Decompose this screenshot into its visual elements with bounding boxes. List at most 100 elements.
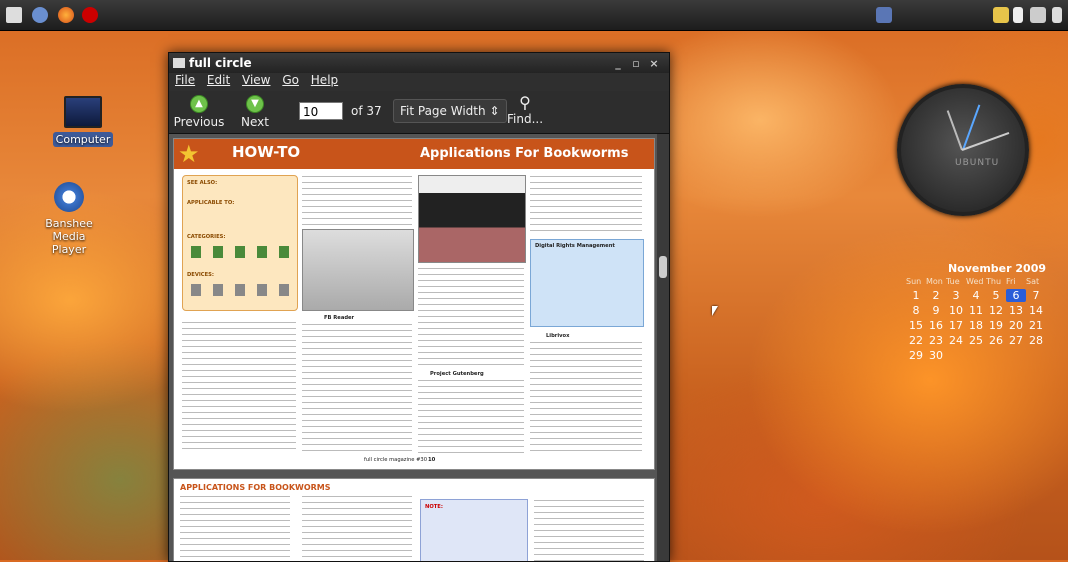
calendar-dow: Fri [1006, 277, 1016, 286]
calendar-day[interactable]: 15 [906, 319, 926, 332]
previous-button[interactable]: ▲ Previous [171, 93, 227, 129]
clock-label: UBUNTU [955, 158, 1000, 168]
next-label: Next [241, 115, 269, 129]
calendar-day[interactable]: 29 [906, 349, 926, 362]
calendar-day[interactable]: 27 [1006, 334, 1026, 347]
window-title: full circle [189, 56, 252, 70]
calendar-day[interactable]: 18 [966, 319, 986, 332]
menu-help[interactable]: Help [311, 73, 338, 87]
text-column-2b [302, 323, 412, 451]
calendar-day[interactable]: 11 [966, 304, 986, 317]
calendar-days-of-week: Sun Mon Tue Wed Thu Fri Sat [906, 277, 1046, 286]
page-total: of 37 [351, 104, 382, 118]
zoom-select[interactable]: Fit Page Width ⇕ [393, 99, 507, 123]
calendar-day[interactable]: 12 [986, 304, 1006, 317]
calendar-day[interactable]: 30 [926, 349, 946, 362]
banner-title: Applications For Bookworms [420, 146, 629, 161]
page-number-input[interactable]: 10 [299, 102, 343, 120]
find-button[interactable]: ⚲ Find... [507, 93, 544, 127]
help-icon[interactable] [32, 7, 48, 23]
calendar-day[interactable]: 5 [986, 289, 1006, 302]
arrow-down-icon: ▼ [246, 95, 264, 113]
category-icons [191, 246, 291, 258]
calendar-dow: Mon [926, 277, 943, 286]
menu-file[interactable]: File [175, 73, 195, 87]
calendar-day[interactable]: 21 [1026, 319, 1046, 332]
network-icon[interactable] [1030, 7, 1046, 23]
calendar-day[interactable]: 6 [1006, 289, 1026, 302]
calendar-day[interactable]: 26 [986, 334, 1006, 347]
desktop-icon-label: Computer [52, 132, 114, 147]
media-icon[interactable] [993, 7, 1009, 23]
categories-label: CATEGORIES: [187, 234, 226, 240]
note-box: NOTE: [420, 499, 528, 561]
minimize-icon[interactable]: _ [611, 57, 625, 70]
next-button[interactable]: ▼ Next [227, 93, 283, 129]
find-label: Find... [507, 112, 544, 126]
star-icon: ★ [178, 140, 200, 168]
see-also-label: SEE ALSO: [187, 180, 218, 186]
calendar-day[interactable]: 16 [926, 319, 946, 332]
firefox-icon[interactable] [58, 7, 74, 23]
calendar-day[interactable]: 19 [986, 319, 1006, 332]
opera-icon[interactable] [82, 7, 98, 23]
device-icons [191, 284, 291, 296]
calendar-day[interactable]: 10 [946, 304, 966, 317]
maximize-icon[interactable]: ▫ [629, 57, 643, 70]
calendar-day[interactable]: 1 [906, 289, 926, 302]
previous-label: Previous [173, 115, 225, 129]
scrollbar-thumb[interactable] [659, 256, 667, 278]
gutenberg-heading: Project Gutenberg [430, 371, 484, 377]
close-icon[interactable]: × [647, 57, 661, 70]
calendar-dow: Sun [906, 277, 922, 286]
document-view[interactable]: ★ HOW-TO Applications For Bookworms SEE … [169, 134, 657, 561]
computer-icon [64, 96, 102, 128]
window-app-icon [173, 58, 185, 68]
applications-menu-icon[interactable] [6, 7, 22, 23]
calendar-day[interactable]: 20 [1006, 319, 1026, 332]
text-column-1 [182, 321, 296, 451]
calendar-grid: 1 2 3 4 5 6 7 8 9 10 11 12 13 14 15 16 17 18 19 20 21 22 23 24 2… [906, 289, 1046, 362]
calendar-day[interactable]: 25 [966, 334, 986, 347]
calendar-day[interactable]: 17 [946, 319, 966, 332]
calendar-day[interactable]: 3 [946, 289, 966, 302]
chevron-updown-icon: ⇕ [489, 104, 500, 118]
calendar-day[interactable]: 14 [1026, 304, 1046, 317]
menu-edit[interactable]: Edit [207, 73, 230, 87]
menu-view[interactable]: View [242, 73, 270, 87]
page2-column-1 [180, 495, 290, 561]
battery-icon[interactable] [1013, 7, 1023, 23]
calendar-day[interactable]: 8 [906, 304, 926, 317]
calendar-day[interactable]: 4 [966, 289, 986, 302]
calendar-day[interactable]: 24 [946, 334, 966, 347]
banner-howto: HOW-TO [232, 143, 301, 161]
text-column-4b [530, 341, 642, 453]
calendar-dow: Wed [966, 277, 984, 286]
calendar-day[interactable]: 7 [1026, 289, 1046, 302]
librivox-heading: Librivox [546, 333, 570, 339]
calendar-day[interactable]: 22 [906, 334, 926, 347]
fbreader-heading: FB Reader [324, 315, 355, 321]
text-column-3b [418, 379, 524, 453]
drm-heading: Digital Rights Management [535, 243, 615, 249]
window-titlebar[interactable]: full circle _ ▫ × [169, 53, 669, 73]
calendar-dow: Tue [946, 277, 960, 286]
calendar-dow: Thu [986, 277, 1002, 286]
calendar-day[interactable]: 13 [1006, 304, 1026, 317]
desktop-icon-computer[interactable]: Computer [50, 96, 116, 147]
desktop-icon-banshee[interactable]: Banshee Media Player [34, 182, 104, 257]
calendar-day[interactable]: 9 [926, 304, 946, 317]
calendar-month: November 2009 [947, 262, 1046, 275]
menu-go[interactable]: Go [282, 73, 299, 87]
arrow-up-icon: ▲ [190, 95, 208, 113]
text-column-3a [418, 267, 524, 367]
volume-icon[interactable] [1052, 7, 1062, 23]
calendar-day[interactable]: 2 [926, 289, 946, 302]
menubar: File Edit View Go Help [169, 73, 669, 91]
vertical-scrollbar[interactable] [657, 134, 669, 561]
calendar-day[interactable]: 28 [1026, 334, 1046, 347]
drm-box: Digital Rights Management [530, 239, 644, 327]
show-desktop-icon[interactable] [876, 7, 892, 23]
calendar-day[interactable]: 23 [926, 334, 946, 347]
search-icon: ⚲ [519, 93, 531, 112]
